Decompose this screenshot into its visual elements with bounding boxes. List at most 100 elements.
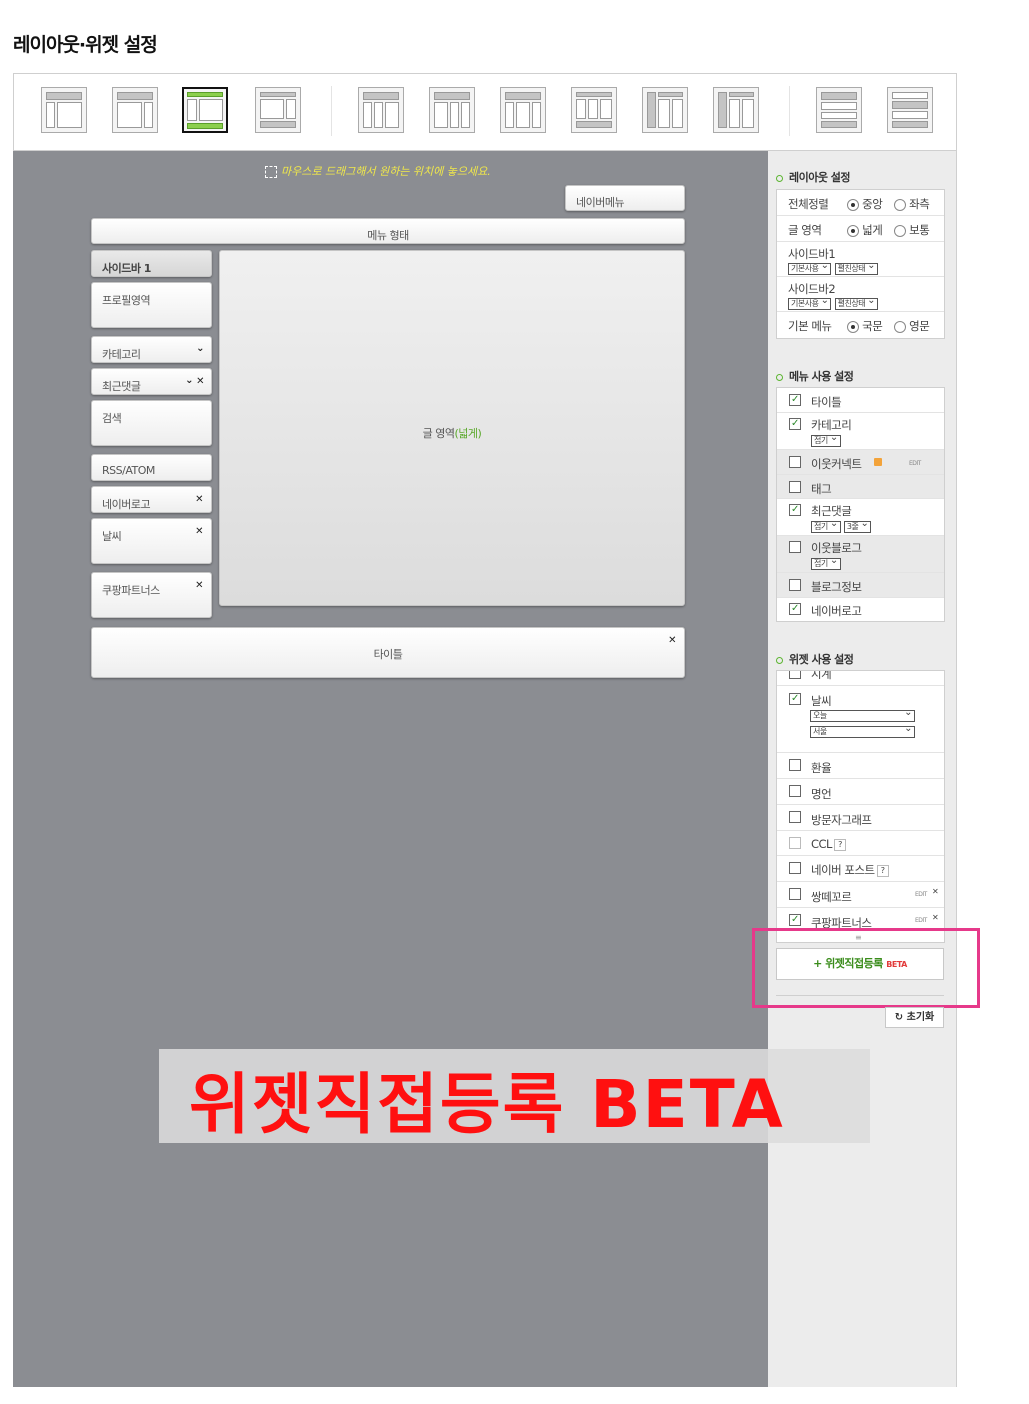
- checkbox-ssangttekkoreu[interactable]: [789, 888, 801, 900]
- edit-link[interactable]: EDIT: [915, 917, 927, 924]
- menu-settings-box: ✓타이틀 ✓카테고리접기 이웃커넥트EDIT 태그 ✓최근댓글접기 3줄 이웃블…: [776, 387, 945, 622]
- checkbox-clock[interactable]: [789, 671, 801, 679]
- layout-template-2[interactable]: [112, 87, 158, 133]
- checkbox-blog-info[interactable]: [789, 579, 801, 591]
- widget-naver-logo[interactable]: 네이버로고 ✕: [91, 486, 212, 513]
- layout-template-10[interactable]: [713, 87, 759, 133]
- sidebar1-usage-select[interactable]: 기본사용: [788, 261, 832, 275]
- expand-icon[interactable]: ⌄: [185, 375, 193, 386]
- widget-settings-list[interactable]: 시계 ✓날씨 오늘 서울 환율 명언 방문자그래프 CCL? 네이버 포스트? …: [776, 670, 945, 943]
- sidebar2-state-select[interactable]: 펼친상태: [834, 296, 879, 310]
- layout-template-12[interactable]: [887, 87, 933, 133]
- help-icon[interactable]: ?: [876, 864, 889, 877]
- drag-cursor-icon: [265, 166, 277, 178]
- widget-recent-comments[interactable]: 최근댓글 ⌄ ✕: [91, 368, 212, 395]
- checkbox-naver-post[interactable]: [789, 862, 801, 874]
- align-left-radio[interactable]: 좌측: [894, 196, 930, 212]
- checkbox-title[interactable]: ✓: [789, 394, 801, 406]
- checkbox-coupang[interactable]: ✓: [789, 914, 801, 926]
- edit-link[interactable]: EDIT: [909, 460, 921, 467]
- checkbox-neighbor-connect[interactable]: [789, 456, 801, 468]
- layout-template-8[interactable]: [571, 87, 617, 133]
- layout-template-4[interactable]: [255, 87, 301, 133]
- menu-english-radio[interactable]: 영문: [894, 318, 930, 334]
- widget-row-weather: ✓날씨 오늘 서울: [777, 686, 944, 753]
- close-icon[interactable]: ✕: [668, 635, 676, 646]
- sidebar1-state-select[interactable]: 펼친상태: [834, 261, 879, 275]
- checkbox-neighbor-blog[interactable]: [789, 541, 801, 553]
- main-content-area[interactable]: 글 영역(넓게): [219, 250, 685, 606]
- weather-city-select[interactable]: 서울: [810, 724, 915, 738]
- widget-row-quote: 명언: [777, 779, 944, 805]
- layout-template-3-selected[interactable]: [182, 87, 228, 133]
- widget-profile[interactable]: 프로필영역: [91, 282, 212, 328]
- close-icon[interactable]: ✕: [196, 376, 204, 387]
- widget-coupang[interactable]: 쿠팡파트너스 ✕: [91, 572, 212, 618]
- close-icon[interactable]: ✕: [195, 526, 203, 537]
- layout-template-5[interactable]: [358, 87, 404, 133]
- menu-row-category: ✓ 카테고리 접기: [777, 413, 944, 450]
- close-icon[interactable]: ✕: [195, 494, 203, 505]
- checkbox-quote[interactable]: [789, 785, 801, 797]
- menu-row-blog-info: 블로그정보: [777, 573, 944, 598]
- delete-icon[interactable]: ✕: [932, 913, 939, 922]
- layout-template-1[interactable]: [41, 87, 87, 133]
- drag-hint: 마우스로 드래그해서 원하는 위치에 놓으세요.: [265, 163, 491, 179]
- area-wide-radio[interactable]: 넓게: [847, 222, 883, 238]
- weather-day-select[interactable]: 오늘: [810, 708, 915, 722]
- widget-settings-title: 위젯 사용 설정: [776, 651, 854, 667]
- menu-row-neighbor-blog: 이웃블로그 접기: [777, 536, 944, 573]
- checkbox-naver-logo[interactable]: ✓: [789, 603, 801, 615]
- layout-template-bar: [13, 73, 957, 151]
- naver-menu-block[interactable]: 네이버메뉴: [565, 185, 685, 211]
- recent-fold-select[interactable]: 접기: [811, 519, 841, 533]
- widget-rss[interactable]: RSS/ATOM: [91, 454, 212, 481]
- edit-link[interactable]: EDIT: [915, 891, 927, 898]
- sidebar2-usage-select[interactable]: 기본사용: [788, 296, 832, 310]
- layout-template-6[interactable]: [429, 87, 475, 133]
- sidebar1-row: 사이드바1 기본사용 펼친상태: [777, 242, 944, 277]
- bullet-icon: [776, 656, 783, 664]
- delete-icon[interactable]: ✕: [932, 887, 939, 896]
- widget-row-ccl: CCL?: [777, 831, 944, 856]
- checkbox-visitor-graph[interactable]: [789, 811, 801, 823]
- checkbox-weather[interactable]: ✓: [789, 693, 801, 705]
- checkbox-ccl[interactable]: [789, 837, 801, 849]
- reset-button[interactable]: ↻ 초기화: [885, 1007, 944, 1028]
- menu-korean-radio[interactable]: 국문: [847, 318, 883, 334]
- menu-form-block[interactable]: 메뉴 형태: [91, 218, 685, 244]
- checkbox-tag[interactable]: [789, 481, 801, 493]
- layout-template-7[interactable]: [500, 87, 546, 133]
- menu-row-tag: 태그: [777, 475, 944, 499]
- sidebar2-row: 사이드바2 기본사용 펼친상태: [777, 277, 944, 312]
- layout-template-9[interactable]: [642, 87, 688, 133]
- menu-row-recent-comments: ✓최근댓글접기 3줄: [777, 499, 944, 536]
- widget-weather[interactable]: 날씨 ✕: [91, 518, 212, 564]
- close-icon[interactable]: ✕: [195, 580, 203, 591]
- widget-row-ssangttekkoreu: 쌍떼꼬르 EDIT ✕: [777, 882, 944, 908]
- recent-lines-select[interactable]: 3줄: [843, 519, 872, 533]
- category-fold-select[interactable]: 접기: [811, 433, 841, 447]
- bullet-icon: [776, 174, 783, 182]
- checkbox-category[interactable]: ✓: [789, 418, 801, 430]
- bullet-icon: [776, 373, 783, 381]
- widget-row-naver-post: 네이버 포스트?: [777, 856, 944, 882]
- area-normal-radio[interactable]: 보통: [894, 222, 930, 238]
- widget-category[interactable]: 카테고리 ⌄: [91, 336, 212, 363]
- align-row: 전체정렬 중앙 좌측: [777, 190, 944, 216]
- neighbor-fold-select[interactable]: 접기: [811, 556, 841, 570]
- title-block[interactable]: 타이틀 ✕: [91, 627, 685, 678]
- widget-search[interactable]: 검색: [91, 400, 212, 446]
- checkbox-recent-comments[interactable]: ✓: [789, 504, 801, 516]
- checkbox-exchange[interactable]: [789, 759, 801, 771]
- layout-settings-box: 전체정렬 중앙 좌측 글 영역 넓게 보통 사이드바1 기본사용 펼친상태 사이…: [776, 189, 945, 339]
- area-row: 글 영역 넓게 보통: [777, 216, 944, 242]
- expand-icon[interactable]: ⌄: [196, 343, 204, 354]
- page-title: 레이아웃·위젯 설정: [13, 34, 158, 56]
- help-icon[interactable]: ?: [833, 838, 846, 851]
- layout-template-11[interactable]: [816, 87, 862, 133]
- align-center-radio[interactable]: 중앙: [847, 196, 883, 212]
- menu-settings-title: 메뉴 사용 설정: [776, 368, 854, 384]
- sidebar-header[interactable]: 사이드바 1: [91, 250, 212, 277]
- widget-row-clock: 시계: [777, 671, 944, 686]
